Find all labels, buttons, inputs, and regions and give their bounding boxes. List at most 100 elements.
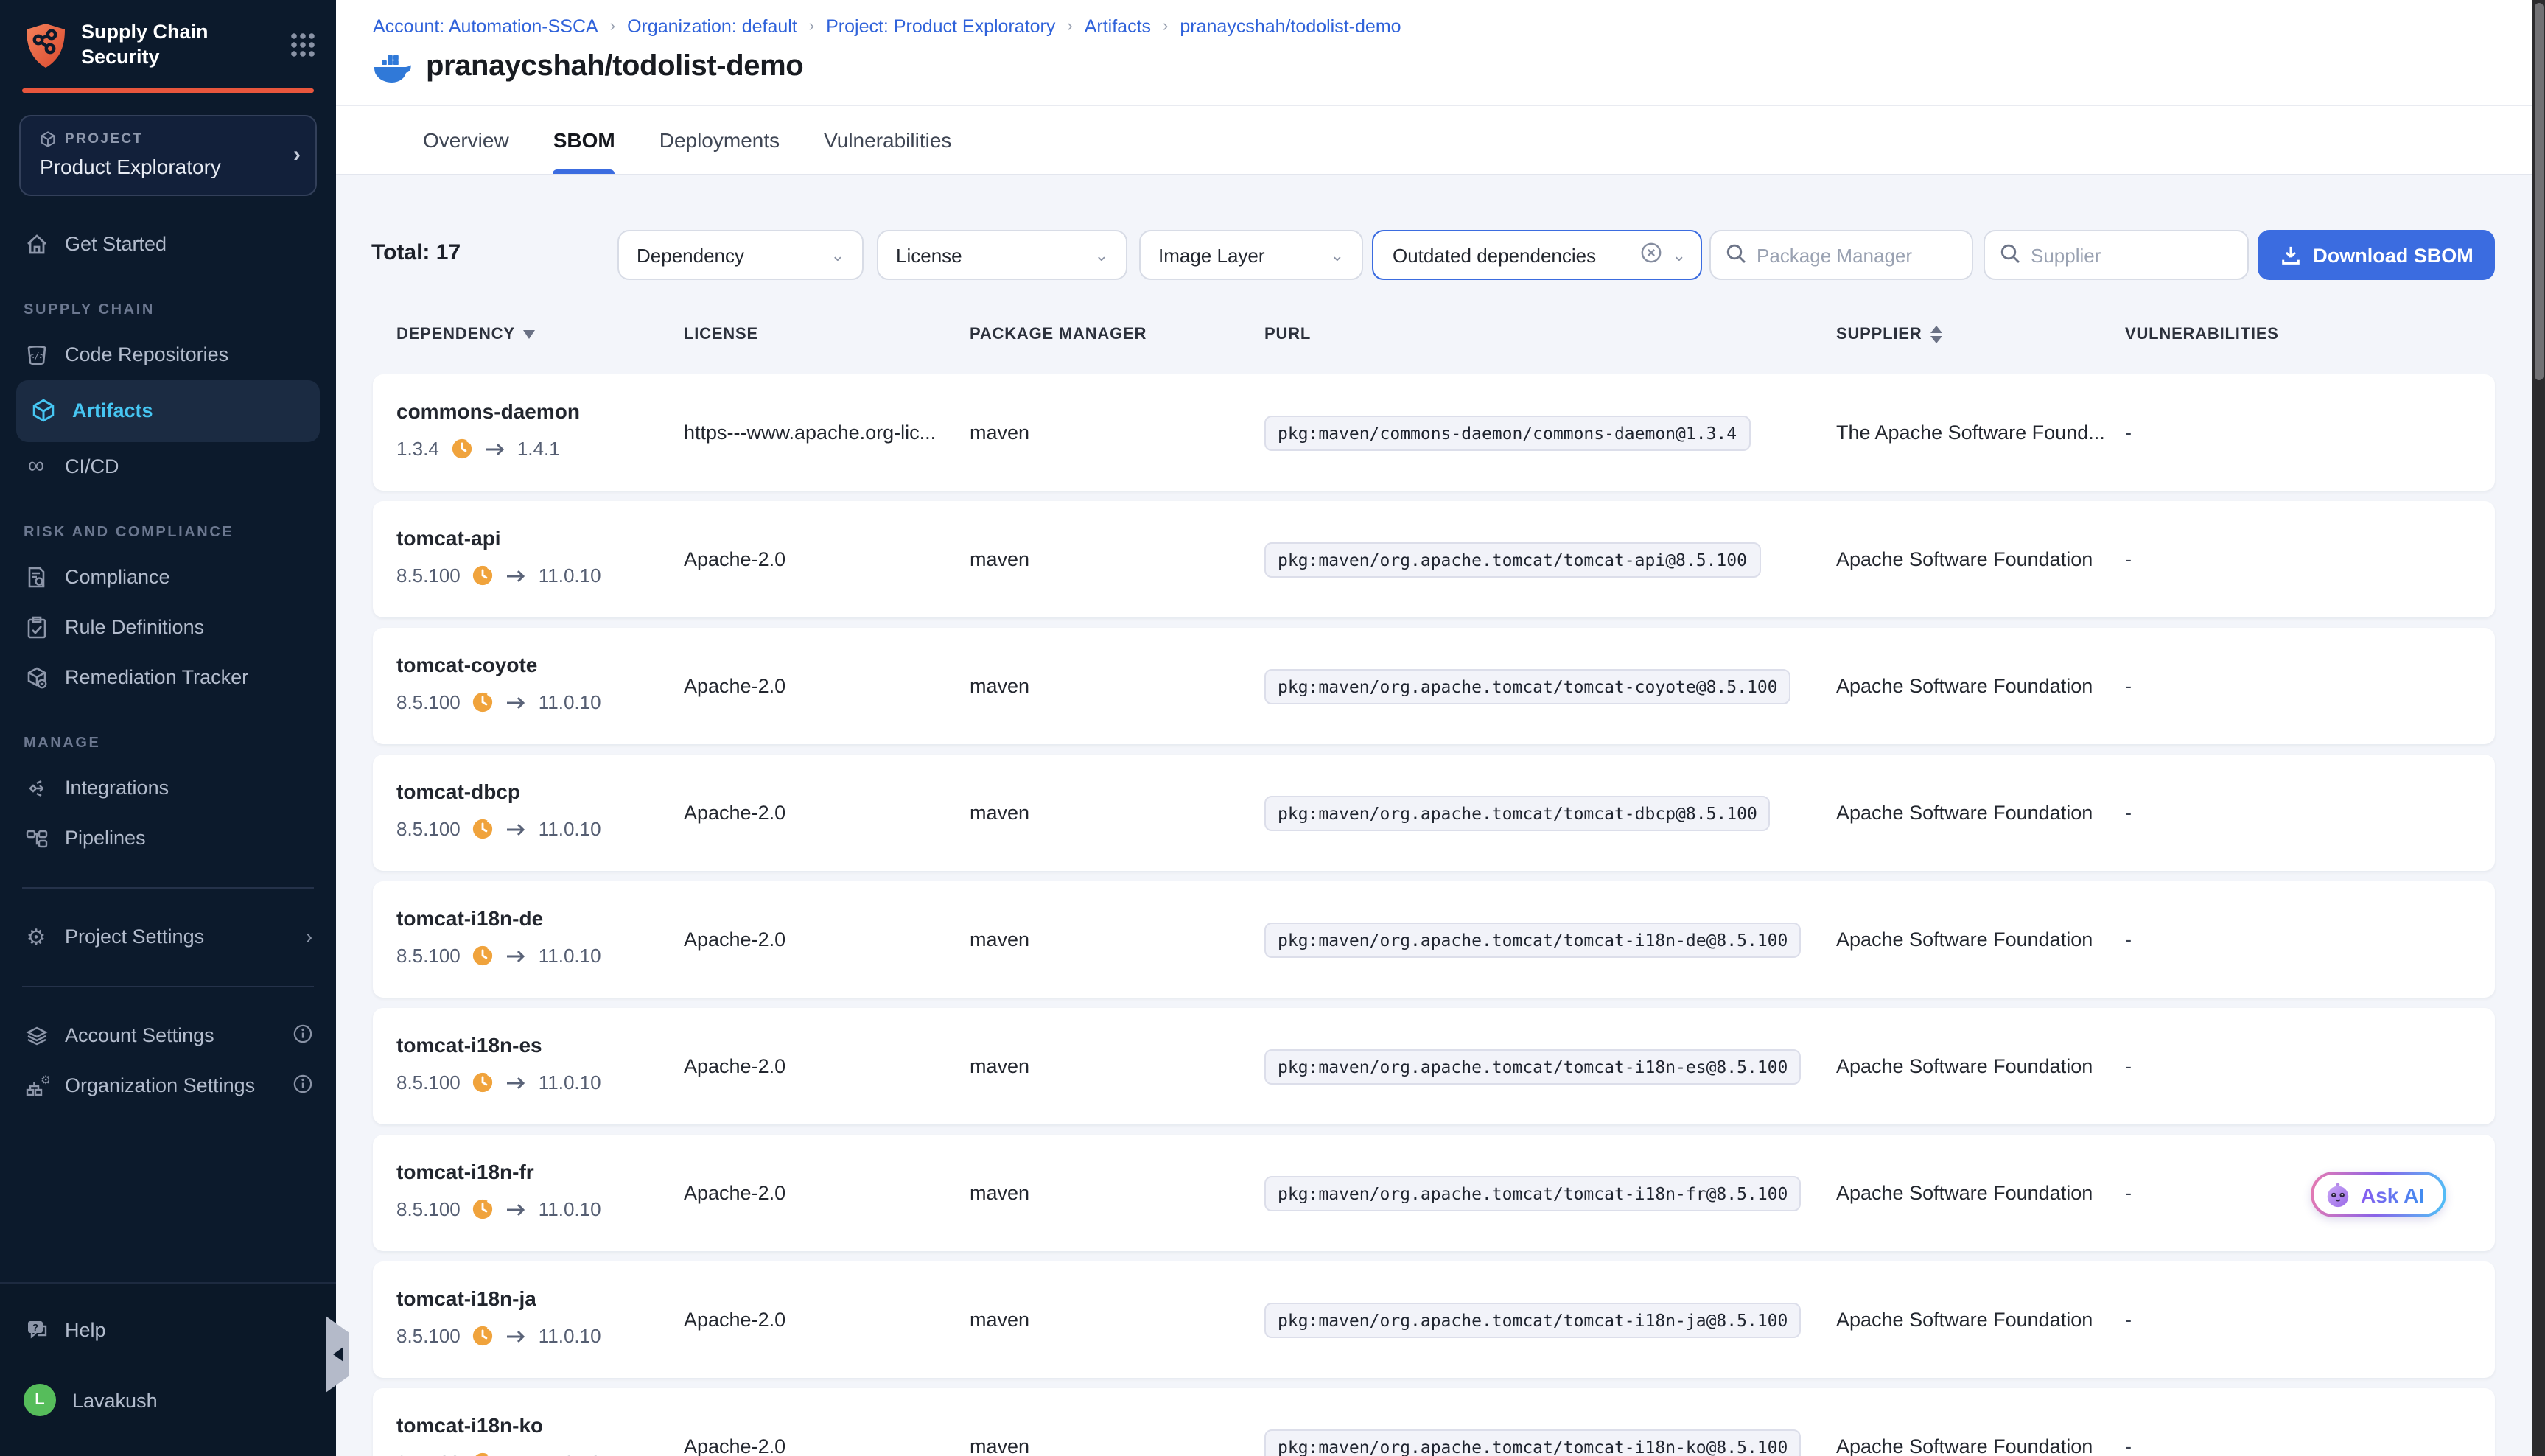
accent-divider	[22, 88, 314, 93]
cube-icon	[40, 131, 56, 147]
supplier-cell: Apache Software Foundation	[1836, 1135, 2125, 1251]
purl-chip[interactable]: pkg:maven/org.apache.tomcat/tomcat-i18n-…	[1264, 922, 1801, 957]
dependency-cell: tomcat-api 8.5.100 11.0.10	[396, 501, 684, 617]
page-scrollbar[interactable]	[2532, 0, 2545, 1456]
sort-icon[interactable]	[1930, 326, 1942, 343]
sidebar-item-account-settings[interactable]: Account Settings	[0, 1011, 336, 1061]
sidebar-item-help[interactable]: ? Help	[0, 1304, 336, 1354]
license-cell: Apache-2.0	[684, 501, 970, 617]
purl-cell: pkg:maven/org.apache.tomcat/tomcat-i18n-…	[1264, 1008, 1836, 1124]
arrow-right-icon	[506, 1075, 527, 1090]
svg-text:</>: </>	[28, 351, 44, 361]
user-menu[interactable]: L Lavakush	[0, 1375, 336, 1425]
version-row: 8.5.100 11.0.10	[396, 945, 601, 967]
dependency-name: tomcat-i18n-ja	[396, 1287, 536, 1310]
scrollbar-thumb[interactable]	[2534, 3, 2543, 380]
sidebar-item-artifacts[interactable]: Artifacts	[16, 380, 320, 442]
sidebar-item-project-settings[interactable]: ⚙ Project Settings ›	[0, 912, 336, 962]
breadcrumb-organization[interactable]: Organization: default	[627, 16, 797, 37]
project-name: Product Exploratory	[40, 155, 301, 178]
column-purl: PURL	[1264, 326, 1836, 343]
dropdown-value: Outdated dependencies	[1393, 244, 1596, 266]
sidebar-item-get-started[interactable]: Get Started	[0, 220, 336, 270]
supplier-cell: The Apache Software Found...	[1836, 374, 2125, 491]
sidebar-item-cicd[interactable]: ∞ CI/CD	[0, 442, 336, 492]
dependency-cell: tomcat-i18n-de 8.5.100 11.0.10	[396, 881, 684, 998]
supplier-input[interactable]	[2031, 244, 2233, 266]
sidebar-item-integrations[interactable]: Integrations	[0, 763, 336, 813]
sidebar-item-organization-settings[interactable]: ⚙ Organization Settings	[0, 1061, 336, 1111]
purl-chip[interactable]: pkg:maven/org.apache.tomcat/tomcat-i18n-…	[1264, 1049, 1801, 1084]
supplier-search[interactable]	[1984, 230, 2249, 280]
breadcrumb-project[interactable]: Project: Product Exploratory	[826, 16, 1055, 37]
dependency-name: tomcat-i18n-fr	[396, 1160, 534, 1183]
purl-chip[interactable]: pkg:maven/org.apache.tomcat/tomcat-i18n-…	[1264, 1302, 1801, 1337]
current-version: 1.3.4	[396, 438, 439, 460]
breadcrumb-artifact-name[interactable]: pranaycshah/todolist-demo	[1180, 16, 1401, 37]
table-row[interactable]: tomcat-i18n-fr 8.5.100 11.0.10 Apache-2.…	[373, 1135, 2495, 1251]
purl-chip[interactable]: pkg:maven/commons-daemon/commons-daemon@…	[1264, 415, 1750, 450]
tab-overview[interactable]: Overview	[423, 106, 509, 174]
latest-version: 11.0.10	[539, 1452, 601, 1456]
chevron-down-icon: ⌄	[1095, 245, 1108, 265]
table-row[interactable]: tomcat-i18n-ja 8.5.100 11.0.10 Apache-2.…	[373, 1261, 2495, 1378]
sort-desc-icon[interactable]	[524, 330, 536, 339]
column-dependency[interactable]: DEPENDENCY	[396, 326, 684, 343]
purl-chip[interactable]: pkg:maven/org.apache.tomcat/tomcat-i18n-…	[1264, 1175, 1801, 1211]
total-value: 17	[436, 240, 461, 265]
table-row[interactable]: tomcat-coyote 8.5.100 11.0.10 Apache-2.0…	[373, 628, 2495, 744]
dependency-cell: tomcat-i18n-ja 8.5.100 11.0.10	[396, 1261, 684, 1378]
breadcrumb-account[interactable]: Account: Automation-SSCA	[373, 16, 598, 37]
image-layer-filter-dropdown[interactable]: Image Layer⌄	[1139, 230, 1363, 280]
info-icon[interactable]	[293, 1074, 312, 1098]
current-version: 8.5.100	[396, 945, 461, 967]
purl-chip[interactable]: pkg:maven/org.apache.tomcat/tomcat-api@8…	[1264, 542, 1760, 577]
outdated-clock-icon	[472, 1325, 494, 1347]
version-row: 8.5.100 11.0.10	[396, 1198, 601, 1220]
supplier-cell: Apache Software Foundation	[1836, 1261, 2125, 1378]
version-row: 8.5.100 11.0.10	[396, 691, 601, 713]
table-row[interactable]: tomcat-i18n-de 8.5.100 11.0.10 Apache-2.…	[373, 881, 2495, 998]
purl-chip[interactable]: pkg:maven/org.apache.tomcat/tomcat-i18n-…	[1264, 1429, 1801, 1456]
table-row[interactable]: tomcat-i18n-ko 8.5.100 11.0.10 Apache-2.…	[373, 1388, 2495, 1456]
ask-ai-button[interactable]: Ask AI	[2311, 1172, 2446, 1217]
download-icon	[2279, 244, 2301, 266]
app-root: Supply Chain Security PROJECT Product Ex…	[0, 0, 2545, 1456]
project-selector[interactable]: PROJECT Product Exploratory ›	[19, 115, 317, 196]
download-sbom-button[interactable]: Download SBOM	[2258, 230, 2495, 280]
column-supplier[interactable]: SUPPLIER	[1836, 326, 2125, 343]
clear-filter-icon[interactable]	[1640, 242, 1662, 268]
tab-vulnerabilities[interactable]: Vulnerabilities	[824, 106, 951, 174]
version-row: 8.5.100 11.0.10	[396, 1452, 601, 1456]
sidebar-item-rule-definitions[interactable]: Rule Definitions	[0, 603, 336, 653]
sidebar-item-remediation-tracker[interactable]: Remediation Tracker	[0, 653, 336, 703]
tab-deployments[interactable]: Deployments	[659, 106, 780, 174]
sidebar-item-compliance[interactable]: Compliance	[0, 553, 336, 603]
current-version: 8.5.100	[396, 691, 461, 713]
dependency-filter-dropdown[interactable]: Dependency⌄	[617, 230, 864, 280]
table-row[interactable]: tomcat-dbcp 8.5.100 11.0.10 Apache-2.0 m…	[373, 755, 2495, 871]
app-switcher-icon[interactable]	[290, 33, 315, 58]
dependency-cell: tomcat-i18n-es 8.5.100 11.0.10	[396, 1008, 684, 1124]
info-icon[interactable]	[293, 1024, 312, 1048]
sidebar-item-label: Code Repositories	[65, 344, 228, 366]
package-manager-input[interactable]	[1757, 244, 1957, 266]
breadcrumb-artifacts[interactable]: Artifacts	[1085, 16, 1151, 37]
purl-chip[interactable]: pkg:maven/org.apache.tomcat/tomcat-dbcp@…	[1264, 795, 1771, 830]
table-row[interactable]: tomcat-api 8.5.100 11.0.10 Apache-2.0 ma…	[373, 501, 2495, 617]
table-row[interactable]: tomcat-i18n-es 8.5.100 11.0.10 Apache-2.…	[373, 1008, 2495, 1124]
sidebar-item-pipelines[interactable]: Pipelines	[0, 813, 336, 864]
sidebar-item-code-repositories[interactable]: </> Code Repositories	[0, 330, 336, 380]
sidebar-item-label: Remediation Tracker	[65, 667, 248, 689]
outdated-dependencies-filter[interactable]: Outdated dependencies ⌄	[1372, 230, 1702, 280]
tab-sbom[interactable]: SBOM	[553, 106, 615, 174]
license-filter-dropdown[interactable]: License⌄	[877, 230, 1127, 280]
latest-version: 11.0.10	[539, 818, 601, 840]
project-label: PROJECT	[65, 131, 144, 147]
download-sbom-label: Download SBOM	[2313, 244, 2474, 266]
outdated-clock-icon	[472, 564, 494, 587]
purl-chip[interactable]: pkg:maven/org.apache.tomcat/tomcat-coyot…	[1264, 668, 1791, 704]
table-row[interactable]: commons-daemon 1.3.4 1.4.1 https---www.a…	[373, 374, 2495, 491]
package-manager-search[interactable]	[1709, 230, 1973, 280]
version-row: 8.5.100 11.0.10	[396, 564, 601, 587]
